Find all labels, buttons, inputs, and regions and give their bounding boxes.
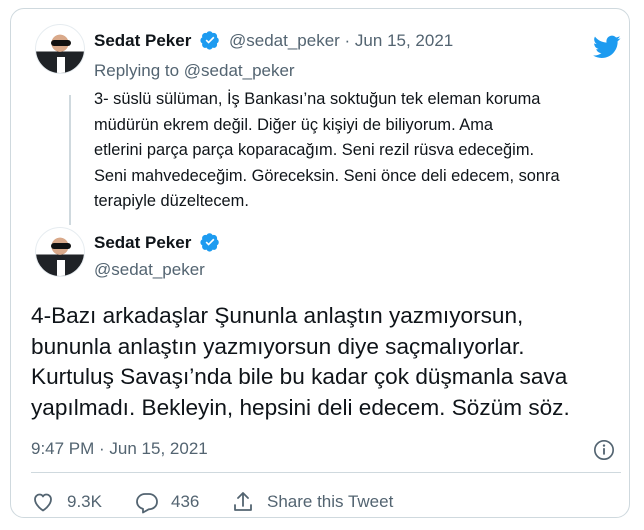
verified-badge-icon [200, 31, 219, 50]
author-handle[interactable]: @sedat_peker [94, 260, 205, 280]
reply-bubble-icon [136, 493, 158, 514]
reply-button[interactable]: 436 [135, 490, 199, 514]
tweet-embed-card: Sedat Peker @sedat_peker · Jun 15, 2021 … [10, 8, 630, 518]
tweet-text-line: bununla anlaştın yazmıyorsun diye saçmal… [31, 333, 525, 359]
twitter-bird-icon[interactable] [591, 33, 623, 61]
author-name[interactable]: Sedat Peker [94, 233, 191, 253]
reply-tweet-text: 3- süslü sülüman, İş Bankası’na soktuğun… [94, 87, 604, 215]
verified-badge-icon [200, 233, 219, 252]
sunglasses-shape [51, 40, 71, 46]
replying-to[interactable]: Replying to @sedat_peker [94, 61, 295, 81]
avatar[interactable] [35, 24, 85, 74]
like-button[interactable]: 9.3K [31, 490, 102, 514]
heart-icon [34, 493, 52, 512]
tweet-text-line: etlerini parça parça koparacağım. Seni r… [94, 141, 535, 160]
tweet-text-line: müdürün ekrem değil. Diğer üç kişiyi de … [94, 115, 493, 134]
divider [31, 472, 621, 473]
tweet-text-line: Seni mahvedeceğim. Göreceksin. Seni önce… [94, 166, 560, 185]
like-count: 9.3K [67, 492, 102, 511]
tweet-text-line: terapiyle düzeltecem. [94, 192, 249, 211]
handle-and-date[interactable]: @sedat_peker · Jun 15, 2021 [229, 31, 453, 51]
avatar[interactable] [35, 227, 85, 277]
sunglasses-shape [51, 243, 71, 249]
main-tweet-text: 4-Bazı arkadaşlar Şununla anlaştın yazmı… [31, 301, 626, 423]
reply-count: 436 [171, 492, 200, 511]
share-button[interactable]: Share this Tweet [231, 490, 393, 514]
tweet-text-line: 3- süslü sülüman, İş Bankası’na soktuğun… [94, 90, 541, 108]
tweet-timestamp[interactable]: 9:47 PM · Jun 15, 2021 [31, 439, 208, 459]
thread-line [69, 95, 71, 225]
tweet-text-line: 4-Bazı arkadaşlar Şununla anlaştın yazmı… [31, 303, 524, 328]
shirt-shape [57, 57, 65, 73]
share-label: Share this Tweet [267, 492, 394, 511]
info-icon[interactable] [593, 439, 615, 461]
share-upload-icon [234, 492, 252, 511]
tweet-text-line: Kurtuluş Savaşı’nda bile bu kadar çok dü… [31, 364, 568, 389]
author-name[interactable]: Sedat Peker [94, 31, 191, 51]
shirt-shape [57, 260, 65, 276]
tweet-text-line: yapılmadı. Bekleyin, hepsini deli edecem… [31, 394, 570, 420]
